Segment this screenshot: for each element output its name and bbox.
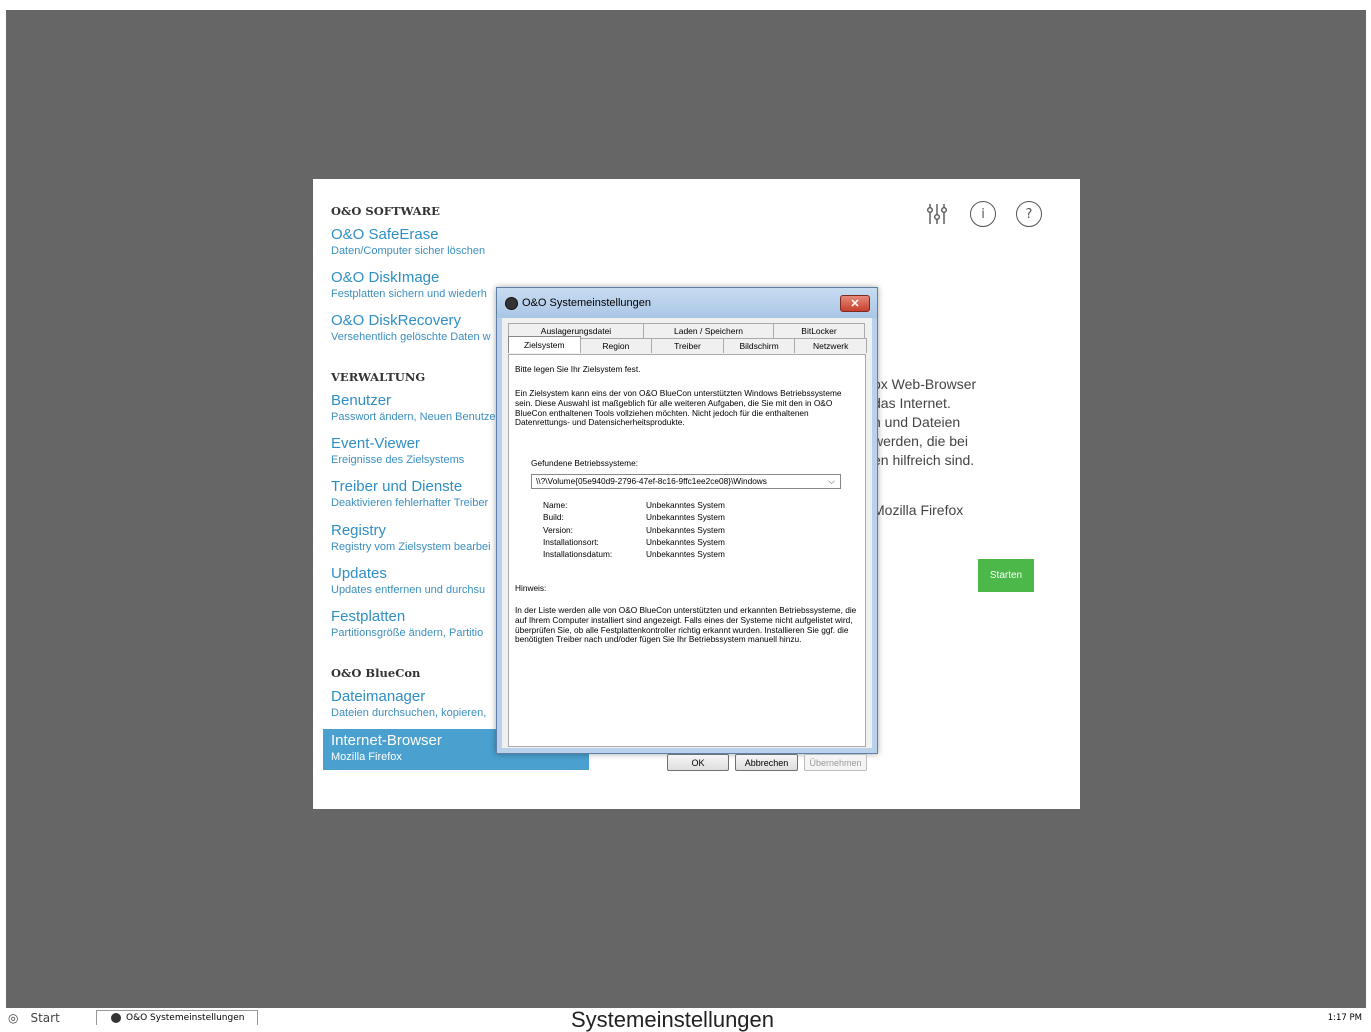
clock: 1:17 PM — [1327, 1013, 1362, 1023]
nav-item-title: O&O SafeErase — [331, 226, 439, 243]
tab-netzwerk[interactable]: Netzwerk — [794, 338, 867, 353]
taskbar: ◎ Start O&O Systemeinstellungen Systemei… — [0, 1008, 1371, 1032]
info-value: Unbekanntes System — [646, 536, 725, 547]
top-toolbar: i ? — [924, 201, 1042, 227]
tab-treiber[interactable]: Treiber — [651, 338, 724, 353]
os-info-grid: Name: Unbekanntes System Build: Unbekann… — [543, 500, 756, 560]
section-title-bluecon: O&O BlueCon — [331, 666, 421, 680]
dialog-client-area: Auslagerungsdatei Laden / Speichern BitL… — [502, 318, 872, 771]
tab-region[interactable]: Region — [579, 338, 653, 353]
description-line: n und Dateien — [873, 414, 961, 430]
dialog-titlebar[interactable]: O&O Systemeinstellungen ✕ — [497, 288, 877, 318]
settings-sliders-graphic — [927, 204, 948, 224]
start-logo-icon: ◎ — [8, 1011, 19, 1025]
tab-laden-speichern[interactable]: Laden / Speichern — [643, 323, 774, 338]
tab-bitlocker[interactable]: BitLocker — [773, 323, 865, 338]
info-label: Installationsdatum: — [543, 549, 613, 560]
description-text: Ein Zielsystem kann eins der von O&O Blu… — [515, 388, 842, 428]
os-select-value: \\?\Volume{05e940d9-2796-47ef-8c16-9ffc1… — [536, 476, 767, 486]
cancel-button[interactable]: Abbrechen — [735, 754, 798, 771]
module-description: ox Web-Browser das Internet. n und Datei… — [873, 375, 976, 470]
start-button[interactable]: Starten — [978, 559, 1034, 592]
tab-row-bottom: Zielsystem Region Treiber Bildschirm Net… — [508, 336, 867, 353]
system-settings-dialog: O&O Systemeinstellungen ✕ Auslagerungsda… — [496, 287, 878, 771]
info-value: Unbekanntes System — [646, 549, 725, 560]
info-label: Installationsort: — [543, 536, 599, 547]
chevron-down-icon: ⌵ — [828, 476, 835, 486]
tab-bildschirm[interactable]: Bildschirm — [722, 338, 796, 353]
window-caption: Systemeinstellungen — [571, 1007, 775, 1032]
apply-button[interactable]: Übernehmen — [804, 754, 867, 771]
hint-text: In der Liste werden alle von O&O BlueCon… — [515, 605, 857, 645]
taskbar-item-systemeinstellungen[interactable]: O&O Systemeinstellungen — [96, 1010, 258, 1025]
info-label: Build: — [543, 512, 564, 523]
nav-item-subtitle: Daten/Computer sicher löschen — [331, 245, 486, 257]
close-button[interactable]: ✕ — [840, 295, 870, 312]
section-title-verwaltung: VERWALTUNG — [331, 370, 426, 384]
start-menu-button[interactable]: ◎ Start — [8, 1011, 60, 1025]
app-icon — [111, 1013, 121, 1023]
info-value: Unbekanntes System — [646, 512, 725, 523]
taskbar-item-label: O&O Systemeinstellungen — [126, 1013, 245, 1023]
os-select-dropdown[interactable]: \\?\Volume{05e940d9-2796-47ef-8c16-9ffc1… — [531, 474, 841, 489]
hint-label: Hinweis: — [515, 583, 547, 593]
intro-text: Bitte legen Sie Ihr Zielsystem fest. — [515, 364, 641, 374]
info-value: Unbekanntes System — [646, 500, 725, 510]
nav-item-title: O&O DiskImage — [331, 269, 440, 286]
info-icon[interactable]: i — [970, 201, 996, 227]
settings-sliders-icon[interactable] — [924, 201, 950, 227]
description-line: das Internet. — [873, 395, 951, 411]
info-label: Name: — [543, 500, 568, 510]
info-value: Unbekanntes System — [646, 524, 725, 535]
dialog-title: O&O Systemeinstellungen — [522, 297, 652, 309]
nav-item-safeerase[interactable]: O&O SafeErase Daten/Computer sicher lösc… — [323, 226, 589, 259]
description-line: werden, die bei — [873, 433, 968, 449]
found-os-label: Gefundene Betriebssysteme: — [531, 458, 638, 468]
ok-button[interactable]: OK — [667, 754, 729, 771]
tab-zielsystem[interactable]: Zielsystem — [508, 336, 581, 353]
app-icon — [505, 297, 518, 310]
help-icon[interactable]: ? — [1016, 201, 1042, 227]
start-label: Start — [30, 1011, 60, 1025]
zielsystem-panel: Bitte legen Sie Ihr Zielsystem fest. Ein… — [508, 354, 866, 747]
description-line: ox Web-Browser — [873, 376, 977, 392]
description-line: en hilfreich sind. — [873, 452, 975, 468]
browser-name: Mozilla Firefox — [873, 502, 964, 518]
info-label: Version: — [543, 524, 573, 535]
section-title-oo-software: O&O SOFTWARE — [331, 204, 440, 218]
